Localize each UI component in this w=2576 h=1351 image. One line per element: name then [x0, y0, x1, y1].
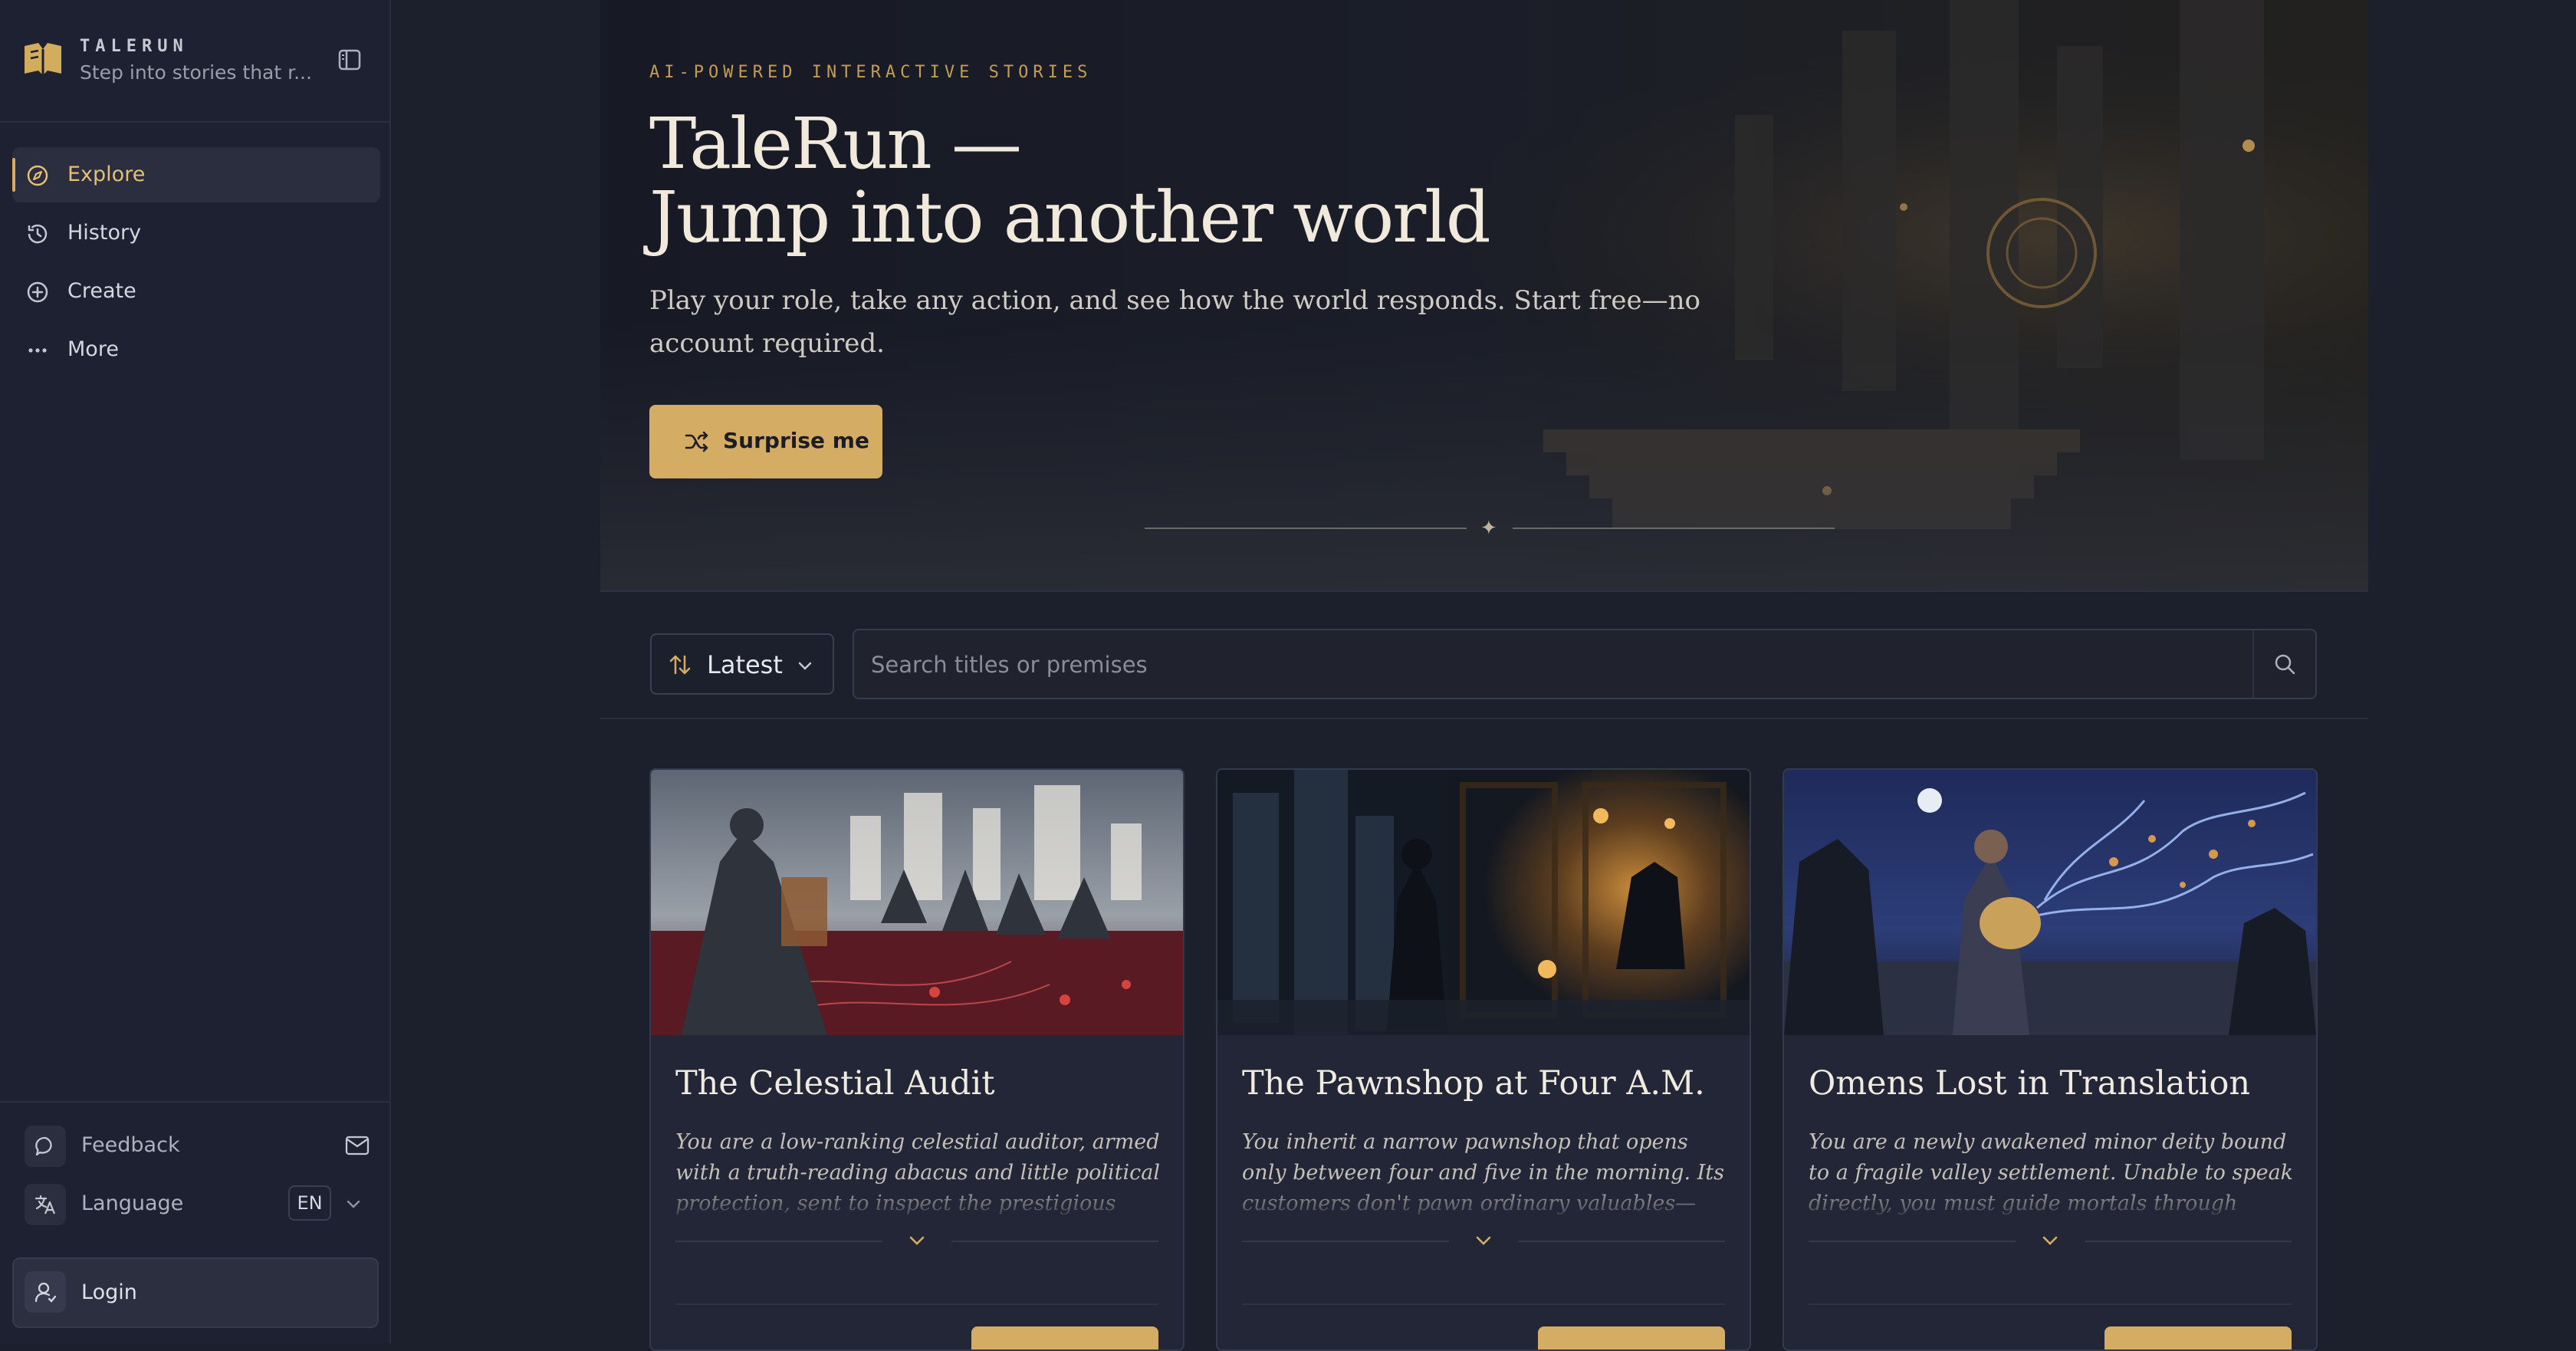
- search-bar: [853, 629, 2317, 699]
- icon-box: [25, 1184, 66, 1225]
- hero-description: Play your role, take any action, and see…: [649, 285, 1700, 359]
- icon-box: [25, 1271, 66, 1313]
- play-story-button[interactable]: [971, 1326, 1158, 1349]
- sort-label: Latest: [707, 650, 783, 679]
- icon-box: [25, 1126, 66, 1167]
- expand-description-button[interactable]: [1242, 1228, 1725, 1254]
- translate-icon: [34, 1195, 56, 1215]
- sidebar-item-label: Create: [67, 279, 136, 303]
- story-card[interactable]: The Celestial Audit You are a low-rankin…: [649, 768, 1184, 1351]
- hero-kicker: AI-POWERED INTERACTIVE STORIES: [649, 63, 1092, 82]
- story-title: The Pawnshop at Four A.M.: [1242, 1064, 1705, 1103]
- login-button[interactable]: Login: [12, 1257, 379, 1328]
- chat-bubble-icon: [35, 1136, 52, 1156]
- chevron-down-icon: [2042, 1236, 2058, 1245]
- card-footer-divider: [675, 1303, 1158, 1305]
- brand-name: TALERUN: [80, 37, 189, 56]
- sidebar-nav: Explore History Create More: [12, 147, 380, 380]
- card-footer-divider: [1809, 1303, 2292, 1305]
- sidebar-item-history[interactable]: History: [12, 205, 380, 261]
- login-label: Login: [81, 1280, 137, 1304]
- surprise-me-button[interactable]: Surprise me: [649, 405, 882, 478]
- mail-icon[interactable]: [345, 1135, 370, 1156]
- story-card[interactable]: The Pawnshop at Four A.M. You inherit a …: [1216, 768, 1751, 1351]
- history-icon: [28, 224, 48, 244]
- compass-icon: [27, 165, 48, 186]
- surprise-me-label: Surprise me: [723, 428, 869, 453]
- hero-title: TaleRun — Jump into another world: [649, 103, 1491, 258]
- divider: [1809, 1241, 2016, 1242]
- sparkle-icon: ✦: [1480, 517, 1497, 540]
- hero-banner: AI-POWERED INTERACTIVE STORIES TaleRun —…: [600, 0, 2368, 592]
- language-value[interactable]: EN: [288, 1185, 331, 1221]
- language-selector[interactable]: Language EN: [25, 1181, 370, 1227]
- feedback-label: Feedback: [81, 1133, 180, 1157]
- shuffle-icon: [685, 431, 708, 452]
- description-fade: [651, 1184, 1183, 1222]
- expand-description-button[interactable]: [675, 1228, 1158, 1254]
- story-title: Omens Lost in Translation: [1809, 1064, 2251, 1103]
- chevron-down-icon: [909, 1236, 925, 1245]
- description-fade: [1784, 1184, 2316, 1222]
- search-input[interactable]: [869, 641, 2252, 689]
- sidebar-divider: [0, 121, 389, 123]
- brand[interactable]: TALERUN Step into stories that r...: [21, 34, 374, 89]
- sort-arrows-icon: [669, 655, 691, 675]
- sidebar-item-label: History: [67, 221, 142, 245]
- play-story-button[interactable]: [2104, 1326, 2292, 1349]
- story-cover-image: [1784, 770, 2316, 1035]
- sidebar-item-explore[interactable]: Explore: [12, 147, 380, 202]
- book-logo-icon: [25, 43, 61, 75]
- hero-title-line-1: TaleRun —: [649, 103, 1022, 185]
- language-label: Language: [81, 1192, 184, 1215]
- description-fade: [1217, 1184, 1750, 1222]
- plus-circle-icon: [27, 281, 48, 303]
- divider: [1242, 1241, 1449, 1242]
- divider: [2085, 1241, 2292, 1242]
- story-title: The Celestial Audit: [675, 1064, 995, 1103]
- expand-description-button[interactable]: [1809, 1228, 2292, 1254]
- sidebar-divider: [0, 1101, 389, 1103]
- sidebar-item-label: Explore: [67, 163, 146, 186]
- sidebar-item-create[interactable]: Create: [12, 264, 380, 319]
- card-footer-divider: [1242, 1303, 1725, 1305]
- divider: [675, 1241, 882, 1242]
- toolbar-divider: [600, 718, 2368, 719]
- search-icon: [2275, 654, 2295, 675]
- sort-dropdown[interactable]: Latest: [650, 633, 834, 695]
- sidebar-item-label: More: [67, 337, 119, 361]
- story-cover-image: [1217, 770, 1750, 1035]
- sidebar-toggle-icon[interactable]: [337, 48, 362, 72]
- search-button[interactable]: [2252, 630, 2315, 698]
- feedback-button[interactable]: Feedback: [25, 1123, 370, 1169]
- brand-tagline: Step into stories that r...: [80, 61, 312, 84]
- chevron-down-icon: [1476, 1236, 1491, 1245]
- divider: [1518, 1241, 1725, 1242]
- story-card[interactable]: Omens Lost in Translation You are a newl…: [1783, 768, 2318, 1351]
- play-story-button[interactable]: [1538, 1326, 1725, 1349]
- hero-title-line-2: Jump into another world: [649, 176, 1491, 258]
- sidebar-item-more[interactable]: More: [12, 322, 380, 377]
- story-cover-image: [651, 770, 1183, 1035]
- user-icon: [34, 1282, 57, 1303]
- chevron-down-icon[interactable]: [345, 1196, 362, 1211]
- sidebar: TALERUN Step into stories that r... Expl…: [0, 0, 391, 1343]
- divider: [951, 1241, 1158, 1242]
- ellipsis-icon: [28, 348, 47, 353]
- chevron-down-icon: [798, 662, 812, 670]
